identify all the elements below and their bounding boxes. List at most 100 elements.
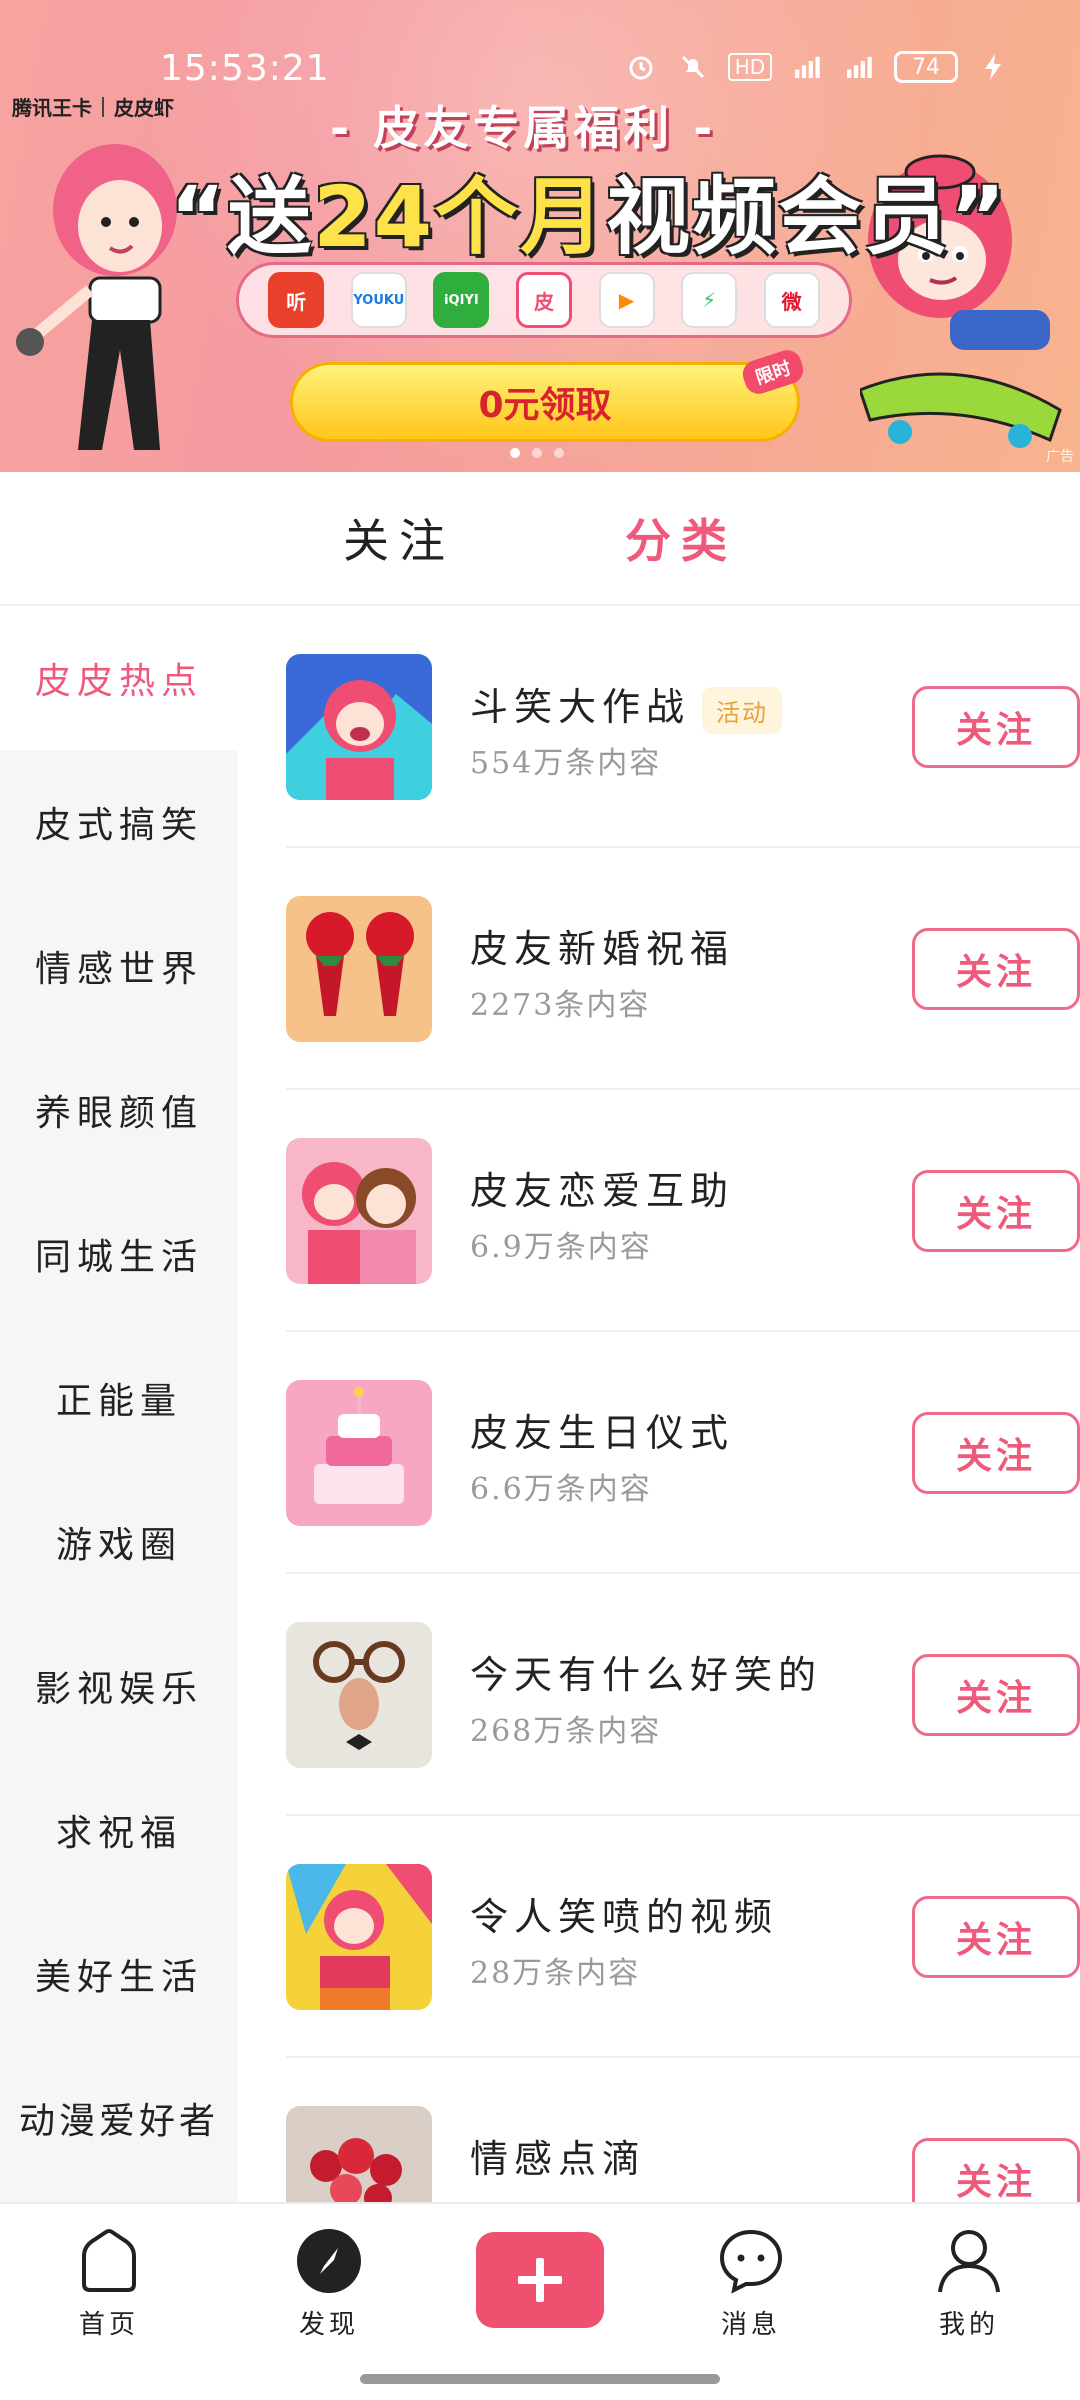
cartoon-mascot-thumbnail bbox=[286, 654, 432, 800]
banner-title-prefix: “送 bbox=[170, 168, 314, 266]
follow-button[interactable]: 关注 bbox=[912, 1654, 1080, 1736]
birthday-cake-thumbnail bbox=[286, 1380, 432, 1526]
list-item-count: 6.6万条内容 bbox=[470, 1472, 652, 1507]
compass-icon bbox=[297, 2229, 361, 2293]
banner-title: “送24个月视频会员” bbox=[170, 150, 1007, 271]
list-item-count: 554万条内容 bbox=[470, 746, 662, 781]
message-icon bbox=[719, 2229, 783, 2294]
carousel-dot bbox=[510, 448, 520, 458]
banner-title-suffix: 视频会员” bbox=[606, 168, 1008, 266]
hd-icon: HD bbox=[728, 53, 772, 81]
sidebar-item-anime[interactable]: 动漫爱好者 bbox=[0, 2046, 238, 2190]
list-item[interactable]: 令人笑喷的视频 28万条内容 关注 bbox=[286, 1816, 1080, 2058]
list-item-title: 皮友生日仪式 bbox=[470, 1411, 735, 1455]
list-item-count: 2273条内容 bbox=[470, 988, 651, 1023]
list-item-title: 斗笑大作战 活动 bbox=[470, 676, 783, 734]
category-list: 斗笑大作战 活动 554万条内容 关注 皮友新婚祝福 2273条内容 关注 皮友恋… bbox=[238, 606, 1080, 2202]
follow-button[interactable]: 关注 bbox=[912, 928, 1080, 1010]
list-item-count: 28万条内容 bbox=[470, 1956, 641, 1991]
banner-subtitle: - 皮友专属福利 - bbox=[330, 101, 717, 155]
sidebar-item-games[interactable]: 游戏圈 bbox=[0, 1470, 238, 1614]
follow-button[interactable]: 关注 bbox=[912, 2138, 1080, 2202]
signal-4g-icon bbox=[790, 50, 824, 84]
sidebar-item-looks[interactable]: 养眼颜值 bbox=[0, 1038, 238, 1182]
status-icons: HD 74 bbox=[624, 50, 1010, 84]
nav-profile-label: 我的 bbox=[938, 2310, 999, 2340]
home-indicator[interactable] bbox=[360, 2374, 720, 2384]
carousel-dot bbox=[532, 448, 542, 458]
sidebar-item-funny[interactable]: 皮式搞笑 bbox=[0, 750, 238, 894]
list-item-title: 皮友新婚祝福 bbox=[470, 927, 735, 971]
carousel-dots bbox=[510, 448, 564, 458]
category-sidebar: 皮皮热点 皮式搞笑 情感世界 养眼颜值 同城生活 正能量 游戏圈 影视娱乐 求祝… bbox=[0, 606, 238, 2202]
tab-follow[interactable]: 关注 bbox=[343, 505, 455, 571]
nav-home[interactable]: 首页 bbox=[44, 2226, 174, 2341]
sidebar-item-hot[interactable]: 皮皮热点 bbox=[0, 606, 238, 750]
partner-apps-row: 听 YOUKU iQIYI 皮 ▶ ⚡ 微 bbox=[236, 262, 852, 338]
weibo-icon: 微 bbox=[763, 272, 820, 328]
plus-icon bbox=[518, 2258, 562, 2302]
couple-cartoon-thumbnail bbox=[286, 1138, 432, 1284]
nav-discover-label: 发现 bbox=[298, 2310, 359, 2340]
follow-button[interactable]: 关注 bbox=[912, 1170, 1080, 1252]
carousel-dot bbox=[554, 448, 564, 458]
banner-brand: 腾讯王卡 皮皮虾 bbox=[12, 92, 174, 121]
list-item-title: 皮友恋爱互助 bbox=[470, 1169, 735, 1213]
nav-messages-label: 消息 bbox=[720, 2310, 781, 2340]
activity-badge: 活动 bbox=[702, 687, 783, 734]
nav-home-label: 首页 bbox=[78, 2310, 139, 2340]
tencent-video-icon: ▶ bbox=[598, 272, 655, 328]
sidebar-item-blessing[interactable]: 求祝福 bbox=[0, 1758, 238, 1902]
mute-bell-icon bbox=[676, 50, 710, 84]
list-item[interactable]: 皮友生日仪式 6.6万条内容 关注 bbox=[286, 1332, 1080, 1574]
follow-button[interactable]: 关注 bbox=[912, 1896, 1080, 1978]
follow-button[interactable]: 关注 bbox=[912, 1412, 1080, 1494]
sidebar-item-emotion[interactable]: 情感世界 bbox=[0, 894, 238, 1038]
list-item-title: 今天有什么好笑的 bbox=[470, 1653, 823, 1697]
ad-label: 广告 bbox=[1046, 449, 1074, 465]
bottom-nav: 首页 发现 消息 我的 bbox=[0, 2202, 1080, 2400]
charging-icon bbox=[976, 50, 1010, 84]
sidebar-item-positive[interactable]: 正能量 bbox=[0, 1326, 238, 1470]
claim-button-label: 0元领取 bbox=[478, 385, 612, 426]
banner-title-highlight: 24个月 bbox=[313, 168, 607, 266]
list-item[interactable]: 情感点滴 关注 bbox=[286, 2058, 1080, 2202]
list-item-count: 6.9万条内容 bbox=[470, 1230, 652, 1265]
iqiyi-icon: iQIYI bbox=[433, 272, 490, 328]
flower-bouquet-thumbnail bbox=[286, 2106, 432, 2202]
list-item-title: 情感点滴 bbox=[470, 2137, 647, 2181]
home-icon bbox=[82, 2229, 136, 2292]
status-time: 15:53:21 bbox=[160, 48, 330, 89]
funny-face-thumbnail bbox=[286, 1622, 432, 1768]
brand-divider bbox=[102, 96, 104, 117]
nav-messages[interactable]: 消息 bbox=[686, 2226, 816, 2341]
pipixia-logo: 皮皮虾 bbox=[114, 96, 174, 120]
sidebar-item-entertainment[interactable]: 影视娱乐 bbox=[0, 1614, 238, 1758]
battery-indicator: 74 bbox=[894, 51, 958, 83]
promo-banner[interactable]: 15:53:21 HD 74 腾讯王卡 皮皮虾 - 皮友专属福利 - “送24个… bbox=[0, 0, 1080, 472]
nav-discover[interactable]: 发现 bbox=[264, 2226, 394, 2341]
tencent-card-logo: 腾讯王卡 bbox=[12, 96, 92, 120]
nav-profile[interactable]: 我的 bbox=[904, 2226, 1034, 2341]
alarm-icon bbox=[624, 50, 658, 84]
profile-icon bbox=[938, 2230, 1000, 2293]
post-button[interactable] bbox=[476, 2232, 604, 2328]
laughing-mascot-thumbnail bbox=[286, 1864, 432, 2010]
sidebar-item-life[interactable]: 美好生活 bbox=[0, 1902, 238, 2046]
list-item[interactable]: 皮友新婚祝福 2273条内容 关注 bbox=[286, 848, 1080, 1090]
list-item[interactable]: 今天有什么好笑的 268万条内容 关注 bbox=[286, 1574, 1080, 1816]
follow-button[interactable]: 关注 bbox=[912, 686, 1080, 768]
list-item-count: 268万条内容 bbox=[470, 1714, 662, 1749]
tab-category[interactable]: 分类 bbox=[625, 505, 737, 571]
list-item[interactable]: 斗笑大作战 活动 554万条内容 关注 bbox=[286, 606, 1080, 848]
pipixia-icon: 皮 bbox=[515, 272, 572, 328]
list-item-title: 令人笑喷的视频 bbox=[470, 1895, 779, 1939]
claim-button[interactable]: 0元领取 限时 bbox=[290, 346, 807, 442]
speed-icon: ⚡ bbox=[681, 272, 738, 328]
tingshu-icon: 听 bbox=[268, 272, 325, 328]
signal-5g-icon bbox=[842, 50, 876, 84]
top-tabs: 关注 分类 bbox=[0, 472, 1080, 606]
sidebar-item-local[interactable]: 同城生活 bbox=[0, 1182, 238, 1326]
youku-icon: YOUKU bbox=[350, 272, 407, 328]
list-item[interactable]: 皮友恋爱互助 6.9万条内容 关注 bbox=[286, 1090, 1080, 1332]
